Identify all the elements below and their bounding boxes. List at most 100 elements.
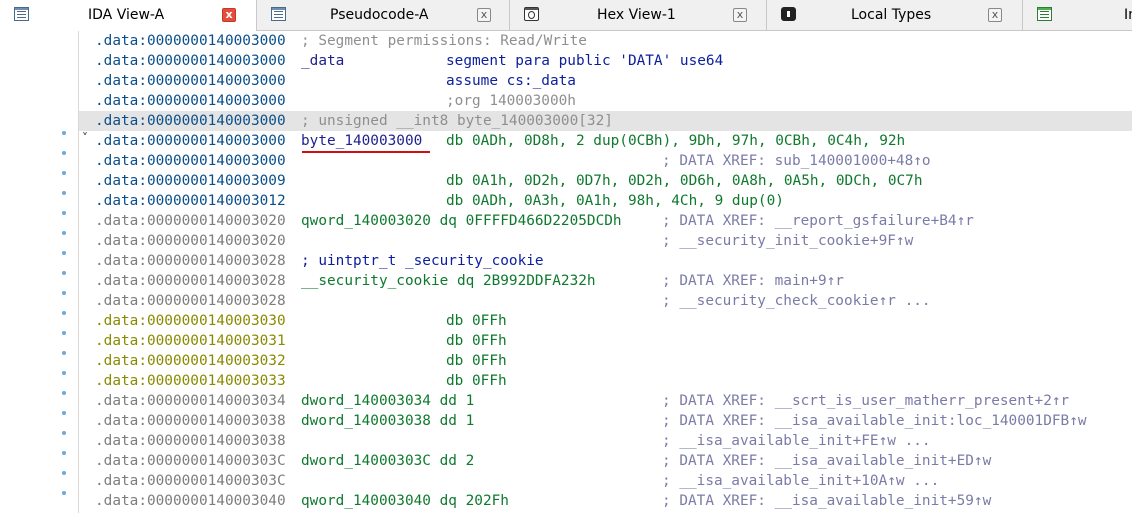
- listing-line[interactable]: .data:0000000140003000 ; Segment permissi…: [79, 31, 1132, 51]
- bullet-icon: [62, 191, 66, 195]
- listing-line[interactable]: .data:0000000140003038 ; __isa_available_…: [79, 431, 1132, 451]
- listing-line[interactable]: .data:0000000140003030 db 0FFh: [79, 311, 1132, 331]
- line-address[interactable]: .data:0000000140003000: [95, 91, 286, 111]
- close-icon[interactable]: x: [222, 8, 236, 22]
- listing-line[interactable]: .data:0000000140003020 ; __security_init_…: [79, 231, 1132, 251]
- line-address[interactable]: .data:0000000140003034: [95, 391, 286, 411]
- listing-line[interactable]: .data:0000000140003000 ; unsigned __int8 …: [79, 111, 1132, 131]
- line-xref-comment[interactable]: ; DATA XREF: __isa_available_init+ED↑w: [662, 451, 991, 471]
- line-instruction[interactable]: db 0ADh, 0D8h, 2 dup(0CBh), 9Dh, 97h, 0C…: [446, 131, 905, 151]
- line-address[interactable]: .data:0000000140003000: [95, 151, 286, 171]
- line-name[interactable]: byte_140003000: [301, 131, 422, 151]
- line-xref-comment[interactable]: ; __security_init_cookie+9F↑w: [662, 231, 913, 251]
- line-address[interactable]: .data:0000000140003028: [95, 291, 286, 311]
- bullet-icon: [62, 371, 66, 375]
- line-name[interactable]: ; uintptr_t _security_cookie: [301, 251, 544, 271]
- line-address[interactable]: .data:0000000140003000: [95, 71, 286, 91]
- line-name[interactable]: qword_140003040 dq 202Fh: [301, 491, 509, 511]
- line-name[interactable]: ; Segment permissions: Read/Write: [301, 31, 587, 51]
- listing-line[interactable]: .data:0000000140003000 ;org 140003000h: [79, 91, 1132, 111]
- line-address[interactable]: .data:0000000140003032: [95, 351, 286, 371]
- line-xref-comment[interactable]: ; DATA XREF: __isa_available_init:loc_14…: [662, 411, 1087, 431]
- line-xref-comment[interactable]: ; DATA XREF: __scrt_is_user_matherr_pres…: [662, 391, 1069, 411]
- tab-label: Local Types: [851, 7, 932, 23]
- line-instruction[interactable]: ;org 140003000h: [446, 91, 576, 111]
- line-address[interactable]: .data:0000000140003038: [95, 431, 286, 451]
- line-address[interactable]: .data:0000000140003038: [95, 411, 286, 431]
- listing-line[interactable]: .data:0000000140003038 dword_140003038 dd…: [79, 411, 1132, 431]
- listing-line[interactable]: .data:0000000140003020 qword_140003020 dq…: [79, 211, 1132, 231]
- line-address[interactable]: .data:000000014000303C: [95, 451, 286, 471]
- line-name[interactable]: qword_140003020 dq 0FFFFD466D2205DCDh: [301, 211, 622, 231]
- listing-line[interactable]: .data:0000000140003028 __security_cookie …: [79, 271, 1132, 291]
- tab-pseudocode-a[interactable]: Pseudocode-A x: [257, 0, 510, 30]
- line-xref-comment[interactable]: ; DATA XREF: __isa_available_init+59↑w: [662, 491, 991, 511]
- listing-gutter[interactable]: [0, 31, 79, 513]
- listing-line[interactable]: .data:0000000140003034 dword_140003034 dd…: [79, 391, 1132, 411]
- line-address[interactable]: .data:0000000140003033: [95, 371, 286, 391]
- line-instruction[interactable]: segment para public 'DATA' use64: [446, 51, 723, 71]
- line-instruction[interactable]: db 0FFh: [446, 311, 507, 331]
- hex-view-icon: [524, 7, 539, 21]
- tab-imports[interactable]: Im: [1023, 0, 1132, 30]
- listing-line[interactable]: .data:0000000140003040 qword_140003040 dq…: [79, 491, 1132, 511]
- tab-label: Im: [1124, 7, 1132, 23]
- line-address[interactable]: .data:0000000140003020: [95, 231, 286, 251]
- listing-line[interactable]: .data:0000000140003028 ; __security_check…: [79, 291, 1132, 311]
- line-name[interactable]: dword_140003034 dd 1: [301, 391, 474, 411]
- line-name[interactable]: ; unsigned __int8 byte_140003000[32]: [301, 111, 613, 131]
- line-instruction[interactable]: assume cs:_data: [446, 71, 576, 91]
- line-instruction[interactable]: db 0FFh: [446, 351, 507, 371]
- listing-line[interactable]: .data:0000000140003000 ; DATA XREF: sub_1…: [79, 151, 1132, 171]
- line-address[interactable]: .data:0000000140003000: [95, 51, 286, 71]
- line-instruction[interactable]: db 0FFh: [446, 331, 507, 351]
- line-address[interactable]: .data:000000014000303C: [95, 471, 286, 491]
- listing-line[interactable]: .data:0000000140003012 db 0ADh, 0A3h, 0A1…: [79, 191, 1132, 211]
- listing-icon: [14, 7, 29, 21]
- line-address[interactable]: .data:0000000140003028: [95, 271, 286, 291]
- listing-line[interactable]: .data:0000000140003031 db 0FFh: [79, 331, 1132, 351]
- listing-line[interactable]: .data:0000000140003000 byte_140003000 db 0…: [79, 131, 1132, 151]
- line-name[interactable]: _data: [301, 51, 344, 71]
- line-address[interactable]: .data:0000000140003040: [95, 491, 286, 511]
- line-address[interactable]: .data:0000000140003012: [95, 191, 286, 211]
- line-name[interactable]: __security_cookie dq 2B992DDFA232h: [301, 271, 596, 291]
- line-name[interactable]: dword_140003038 dd 1: [301, 411, 474, 431]
- tab-ida-view-a[interactable]: IDA View-A x: [0, 0, 257, 31]
- disassembly-listing[interactable]: .data:0000000140003000 ; Segment permissi…: [79, 31, 1132, 513]
- line-xref-comment[interactable]: ; __isa_available_init+FE↑w ...: [662, 431, 931, 451]
- line-address[interactable]: .data:0000000140003030: [95, 311, 286, 331]
- close-icon[interactable]: x: [988, 8, 1002, 22]
- line-xref-comment[interactable]: ; DATA XREF: sub_140001000+48↑o: [662, 151, 931, 171]
- bullet-icon: [62, 391, 66, 395]
- line-xref-comment[interactable]: ; DATA XREF: __report_gsfailure+B4↑r: [662, 211, 974, 231]
- listing-line[interactable]: .data:000000014000303C dword_14000303C dd…: [79, 451, 1132, 471]
- listing-line[interactable]: .data:0000000140003028 ; uintptr_t _secur…: [79, 251, 1132, 271]
- tab-local-types[interactable]: Local Types x: [767, 0, 1023, 30]
- line-instruction[interactable]: db 0FFh: [446, 371, 507, 391]
- line-instruction[interactable]: db 0ADh, 0A3h, 0A1h, 98h, 4Ch, 9 dup(0): [446, 191, 784, 211]
- listing-line[interactable]: .data:0000000140003000 assume cs:_data: [79, 71, 1132, 91]
- listing-line[interactable]: .data:0000000140003033 db 0FFh: [79, 371, 1132, 391]
- line-address[interactable]: .data:0000000140003000: [95, 131, 286, 151]
- close-icon[interactable]: x: [477, 8, 491, 22]
- line-address[interactable]: .data:0000000140003009: [95, 171, 286, 191]
- line-xref-comment[interactable]: ; __isa_available_init+10A↑w ...: [662, 471, 939, 491]
- line-address[interactable]: .data:0000000140003000: [95, 111, 286, 131]
- line-instruction[interactable]: db 0A1h, 0D2h, 0D7h, 0D2h, 0D6h, 0A8h, 0…: [446, 171, 923, 191]
- line-address[interactable]: .data:0000000140003031: [95, 331, 286, 351]
- tab-hex-view-1[interactable]: Hex View-1 x: [510, 0, 767, 30]
- close-icon[interactable]: x: [733, 8, 747, 22]
- listing-line[interactable]: .data:0000000140003009 db 0A1h, 0D2h, 0D7…: [79, 171, 1132, 191]
- listing-line[interactable]: .data:000000014000303C ; __isa_available_…: [79, 471, 1132, 491]
- tab-label: Pseudocode-A: [330, 7, 429, 23]
- line-address[interactable]: .data:0000000140003000: [95, 31, 286, 51]
- listing-line[interactable]: .data:0000000140003000 _data segment para …: [79, 51, 1132, 71]
- line-address[interactable]: .data:0000000140003028: [95, 251, 286, 271]
- line-address[interactable]: .data:0000000140003020: [95, 211, 286, 231]
- listing-line[interactable]: .data:0000000140003032 db 0FFh: [79, 351, 1132, 371]
- line-xref-comment[interactable]: ; DATA XREF: main+9↑r: [662, 271, 844, 291]
- line-xref-comment[interactable]: ; __security_check_cookie↑r ...: [662, 291, 931, 311]
- line-name[interactable]: dword_14000303C dd 2: [301, 451, 474, 471]
- bullet-icon: [62, 131, 66, 135]
